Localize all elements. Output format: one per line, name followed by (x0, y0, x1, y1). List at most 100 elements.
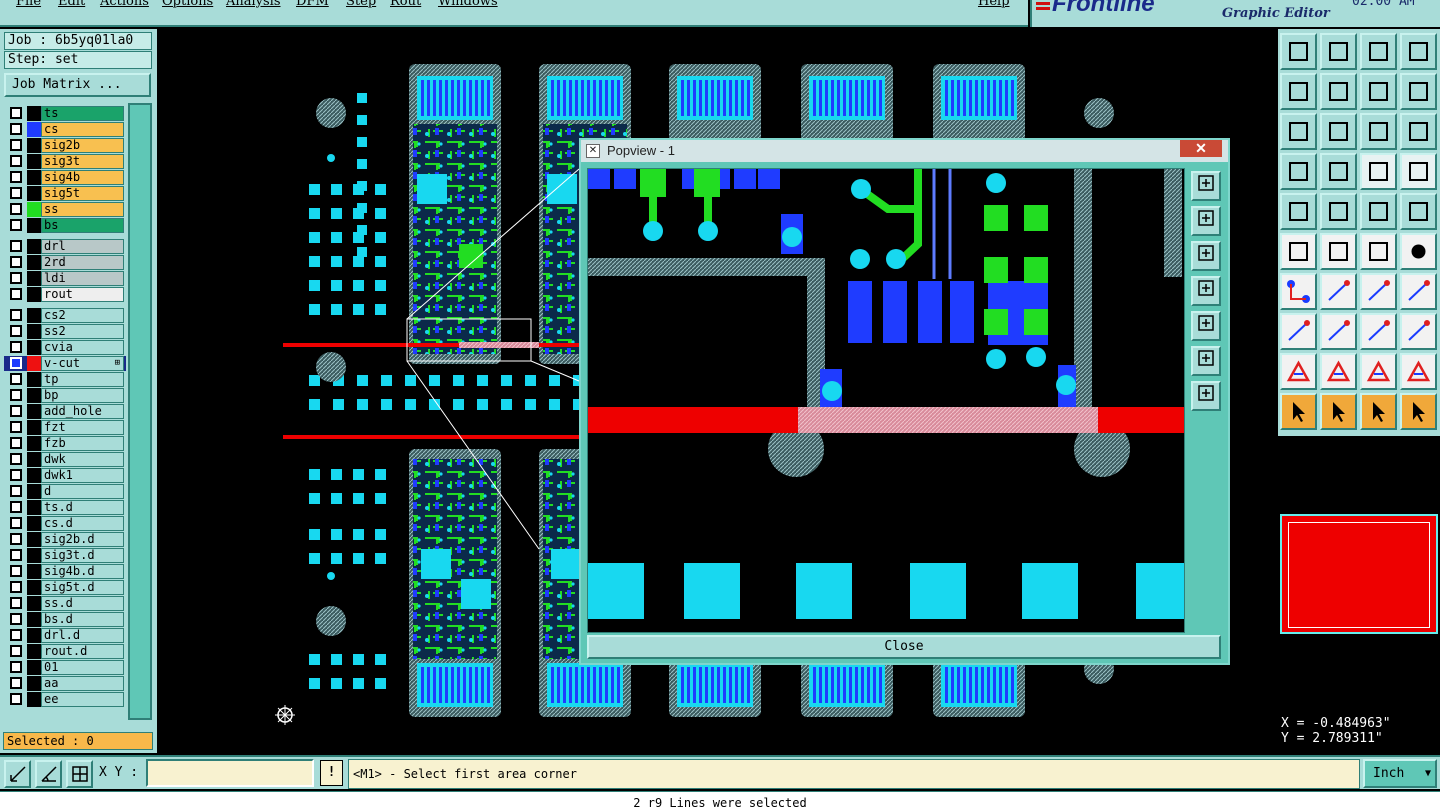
layer-checkbox[interactable] (10, 437, 22, 449)
zoom-back-button[interactable] (1320, 33, 1357, 70)
overview-board-thumbnail[interactable] (1280, 514, 1438, 634)
layer-row-aa[interactable]: aa (4, 676, 126, 691)
layer-name[interactable]: tp (41, 372, 124, 387)
center-button[interactable] (1320, 113, 1357, 150)
measure-diagonal-button[interactable] (1320, 193, 1357, 230)
menu-options[interactable]: Options (162, 0, 213, 9)
pv-center-button[interactable] (1191, 381, 1221, 411)
pv-zoom-down-button[interactable] (1191, 241, 1221, 271)
layer-name[interactable]: v-cut ⊞ (41, 356, 124, 371)
layer-row-ldi[interactable]: ldi (4, 271, 126, 286)
layer-color-swatch[interactable] (27, 532, 41, 547)
layer-color-swatch[interactable] (27, 122, 41, 137)
graphic-canvas[interactable]: ✕ Popview - 1 ✕ Close (159, 29, 1276, 754)
menu-dfm[interactable]: DFM (296, 0, 329, 9)
grid-button[interactable] (66, 760, 93, 788)
crosshair-icon[interactable] (275, 705, 295, 725)
layer-color-swatch[interactable] (27, 154, 41, 169)
ruler-button[interactable] (1360, 193, 1397, 230)
popview-close-x-button[interactable]: ✕ (1180, 140, 1222, 157)
layer-name[interactable]: ss (41, 202, 124, 217)
layer-row-sig3t[interactable]: sig3t (4, 154, 126, 169)
layer-name[interactable]: bp (41, 388, 124, 403)
rotate-button[interactable] (1360, 273, 1397, 310)
layer-row-d[interactable]: d (4, 484, 126, 499)
layer-row-cs.d[interactable]: cs.d (4, 516, 126, 531)
layer-a-button[interactable] (1360, 153, 1397, 190)
layer-name[interactable]: sig3t (41, 154, 124, 169)
layer-color-swatch[interactable] (27, 436, 41, 451)
layer-row-tp[interactable]: tp (4, 372, 126, 387)
layer-name[interactable]: cs2 (41, 308, 124, 323)
layer-color-swatch[interactable] (27, 596, 41, 611)
layer-row-ee[interactable]: ee (4, 692, 126, 707)
layer-name[interactable]: dwk (41, 452, 124, 467)
layer-color-swatch[interactable] (27, 218, 41, 233)
layer-color-swatch[interactable] (27, 340, 41, 355)
menu-help[interactable]: Help (978, 0, 1010, 9)
scale-1-2-button[interactable] (1360, 113, 1397, 150)
arrow-cursor-button[interactable] (1280, 393, 1317, 430)
layer-checkbox[interactable] (10, 256, 22, 268)
layer-row-ts[interactable]: ts (4, 106, 126, 121)
layer-row-add_hole[interactable]: add_hole (4, 404, 126, 419)
pan-right-button[interactable] (1320, 73, 1357, 110)
layer-checkbox[interactable] (10, 613, 22, 625)
layer-row-ss[interactable]: ss (4, 202, 126, 217)
layer-scrollbar[interactable] (128, 103, 152, 720)
layer-name[interactable]: fzb (41, 436, 124, 451)
layer-name[interactable]: ts (41, 106, 124, 121)
layer-name[interactable]: cvia (41, 340, 124, 355)
layer-name[interactable]: aa (41, 676, 124, 691)
triangle-d-button[interactable] (1400, 353, 1437, 390)
unit-selector[interactable]: Inch ▼ (1363, 759, 1437, 788)
layer-checkbox[interactable] (10, 517, 22, 529)
layer-checkbox[interactable] (10, 693, 22, 705)
layer-color-swatch[interactable] (27, 372, 41, 387)
layer-b-button[interactable] (1400, 153, 1437, 190)
triangle-a-button[interactable] (1280, 353, 1317, 390)
layer-row-v-cut[interactable]: v-cut ⊞ (4, 356, 126, 371)
menu-actions[interactable]: Actions (100, 0, 149, 9)
shape-button[interactable] (1400, 313, 1437, 350)
layer-color-swatch[interactable] (27, 287, 41, 302)
select-box-button[interactable] (1320, 393, 1357, 430)
pan-left-button[interactable] (1280, 73, 1317, 110)
menu-windows[interactable]: Windows (438, 0, 498, 9)
layer-row-drl[interactable]: drl (4, 239, 126, 254)
layer-color-swatch[interactable] (27, 420, 41, 435)
layer-checkbox[interactable] (10, 501, 22, 513)
layer-row-sig5t[interactable]: sig5t (4, 186, 126, 201)
layer-checkbox[interactable] (10, 389, 22, 401)
layer-name[interactable]: 2rd (41, 255, 124, 270)
layer-row-ts.d[interactable]: ts.d (4, 500, 126, 515)
layer-name[interactable]: sig3t.d (41, 548, 124, 563)
select-contour-button[interactable] (1360, 393, 1397, 430)
font-f-button[interactable] (1400, 273, 1437, 310)
layer-checkbox[interactable] (10, 219, 22, 231)
layer-name[interactable]: rout.d (41, 644, 124, 659)
layer-checkbox[interactable] (10, 533, 22, 545)
help-button[interactable] (1400, 113, 1437, 150)
layer-color-swatch[interactable] (27, 548, 41, 563)
layer-row-ss2[interactable]: ss2 (4, 324, 126, 339)
layer-color-swatch[interactable] (27, 308, 41, 323)
menu-edit[interactable]: Edit (58, 0, 85, 9)
layer-row-cs2[interactable]: cs2 (4, 308, 126, 323)
layer-color-swatch[interactable] (27, 324, 41, 339)
layer-color-swatch[interactable] (27, 138, 41, 153)
menu-rout[interactable]: Rout (390, 0, 421, 9)
layer-name[interactable]: rout (41, 287, 124, 302)
layer-row-bp[interactable]: bp (4, 388, 126, 403)
pv-fit-button[interactable] (1191, 346, 1221, 376)
layer-checkbox[interactable] (10, 597, 22, 609)
layer-color-swatch[interactable] (27, 692, 41, 707)
layer-checkbox[interactable] (10, 107, 22, 119)
flip-button[interactable] (1360, 73, 1397, 110)
popview-close-button[interactable]: Close (587, 635, 1221, 659)
line-edit-button[interactable] (1320, 273, 1357, 310)
measure-button[interactable] (35, 760, 62, 788)
layer-row-bs.d[interactable]: bs.d (4, 612, 126, 627)
layer-color-swatch[interactable] (27, 484, 41, 499)
layer-name[interactable]: cs.d (41, 516, 124, 531)
